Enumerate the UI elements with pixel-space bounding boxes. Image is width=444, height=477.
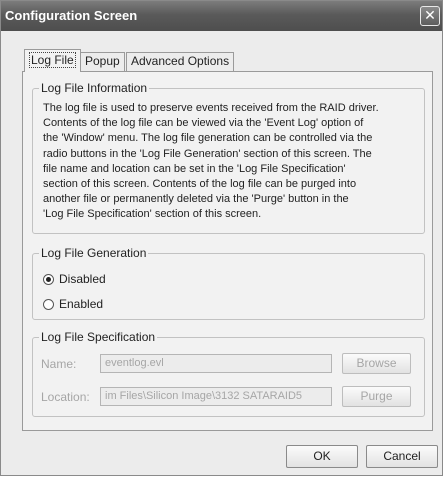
radio-label: Enabled	[59, 297, 104, 311]
info-line: the 'Window' menu. The log file generati…	[43, 132, 373, 145]
log-file-generation-group: Log File Generation Disabled Enabled	[32, 246, 425, 320]
info-line: 'Log File Specification' section of this…	[43, 208, 262, 221]
tab-label: Log File	[29, 52, 76, 68]
info-line: another file or permanently deleted via …	[43, 193, 349, 206]
info-line: section of this screen. Contents of the …	[43, 178, 357, 191]
info-line: Contents of the log file can be viewed v…	[43, 117, 364, 130]
location-label: Location:	[41, 390, 90, 404]
info-line: The log file is used to preserve events …	[43, 102, 379, 114]
ok-button[interactable]: OK	[286, 445, 358, 468]
radio-unselected-icon	[43, 299, 54, 310]
tab-log-file[interactable]: Log File	[24, 49, 81, 72]
window-title: Configuration Screen	[5, 8, 138, 23]
tab-label: Advanced Options	[131, 54, 230, 68]
log-file-information-group: Log File Information The log file is use…	[32, 81, 425, 234]
log-file-specification-group: Log File Specification Name: eventlog.ev…	[32, 330, 425, 417]
info-line: radio buttons in the 'Log File Generatio…	[43, 147, 372, 160]
radio-selected-icon	[43, 274, 54, 285]
group-legend: Log File Specification	[39, 330, 158, 345]
radio-disabled[interactable]: Disabled	[43, 272, 106, 286]
configuration-window: Configuration Screen ✕ Log File Popup Ad…	[0, 0, 443, 476]
purge-button[interactable]: Purge	[342, 386, 411, 407]
name-input[interactable]: eventlog.evl	[100, 354, 332, 373]
close-icon: ✕	[424, 7, 436, 23]
radio-label: Disabled	[59, 272, 106, 286]
browse-button[interactable]: Browse	[342, 353, 411, 374]
location-input[interactable]: im Files\Silicon Image\3132 SATARAID5	[100, 387, 332, 406]
name-label: Name:	[41, 357, 77, 371]
cancel-button[interactable]: Cancel	[366, 445, 438, 468]
group-legend: Log File Generation	[39, 246, 149, 261]
group-legend: Log File Information	[39, 81, 150, 96]
title-bar: Configuration Screen ✕	[1, 1, 442, 31]
info-line: file name and location can be set in the…	[43, 162, 346, 175]
close-button[interactable]: ✕	[420, 6, 440, 26]
radio-enabled[interactable]: Enabled	[43, 297, 103, 311]
tab-advanced-options[interactable]: Advanced Options	[126, 52, 235, 71]
info-description: The log file is used to preserve events …	[43, 101, 423, 223]
log-file-panel: Log File Information The log file is use…	[22, 71, 433, 431]
tab-label: Popup	[85, 54, 120, 68]
tab-popup[interactable]: Popup	[80, 52, 125, 71]
